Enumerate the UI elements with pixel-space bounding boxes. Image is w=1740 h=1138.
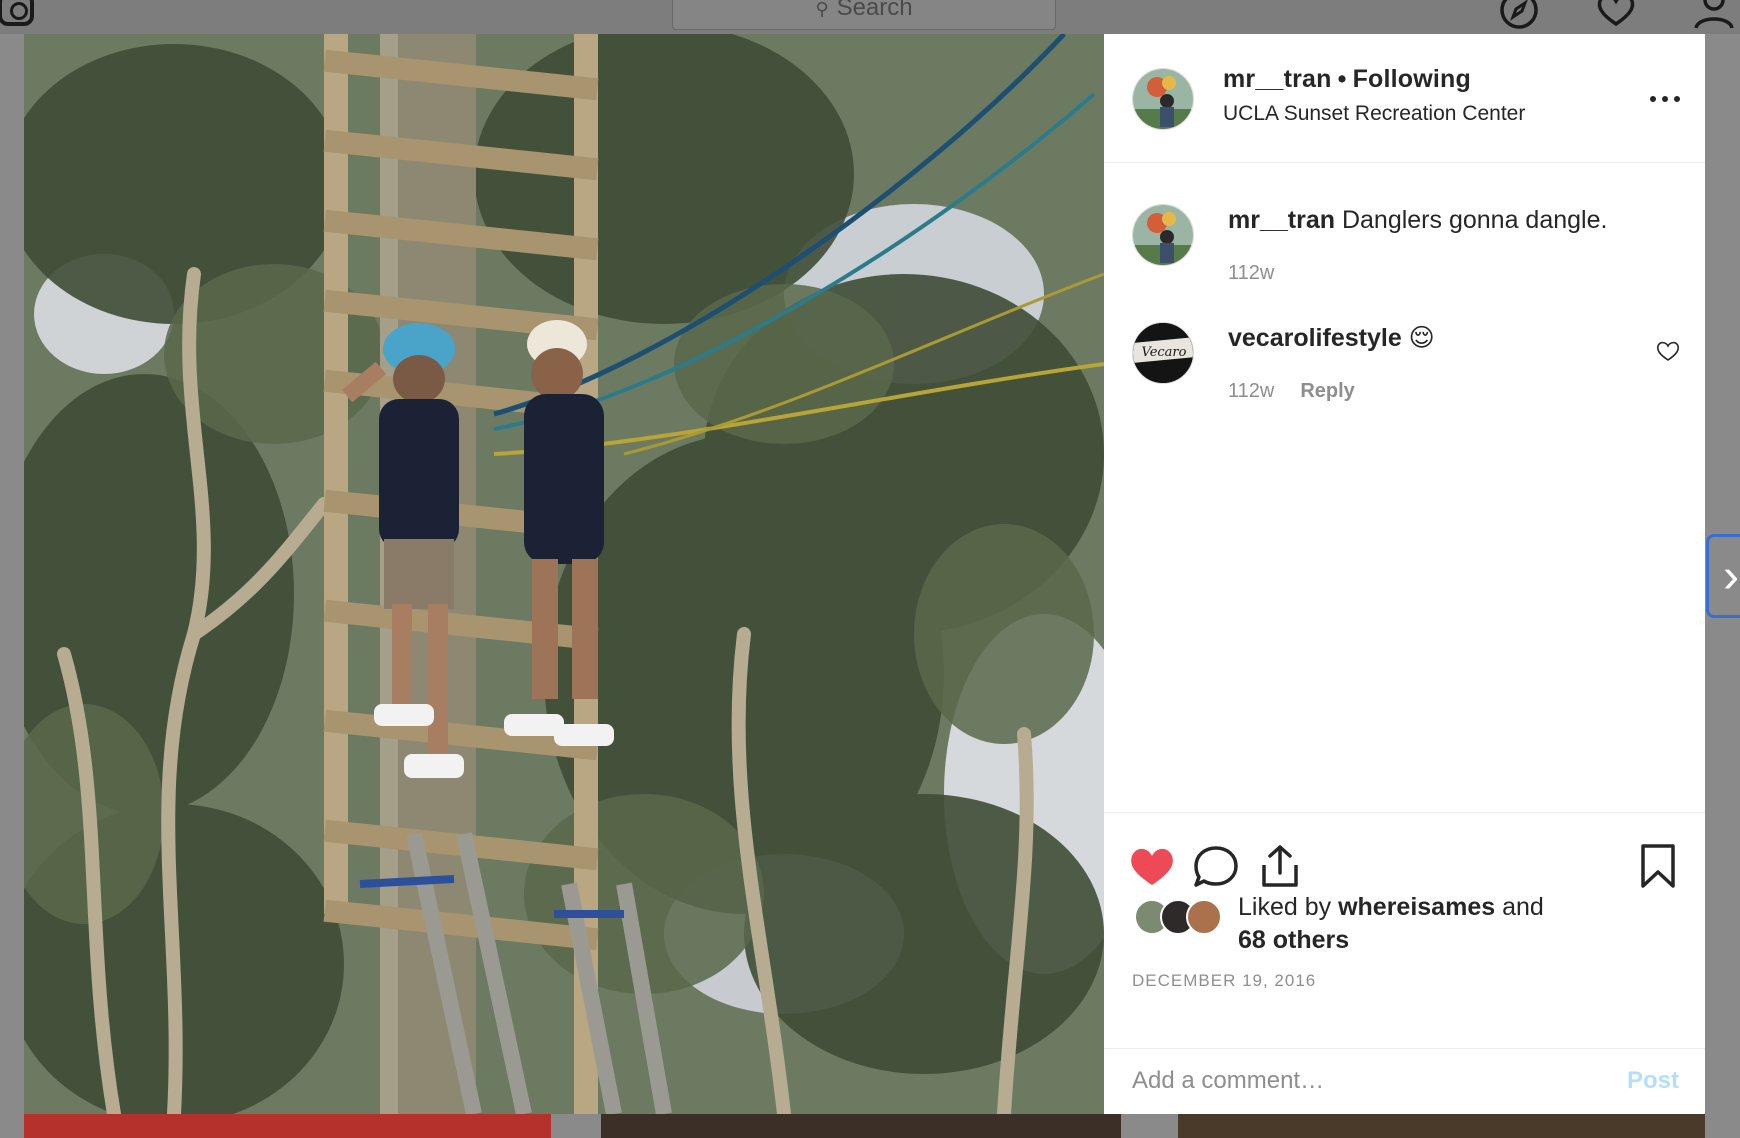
comment-input[interactable]: Add a comment… xyxy=(1132,1067,1324,1095)
ropes-course-illustration xyxy=(24,34,1104,1114)
profile-icon[interactable] xyxy=(1693,0,1735,30)
comment-item: Vecaro vecarolifestyle 😌 112w Reply xyxy=(1104,322,1705,422)
avatar-image xyxy=(1133,205,1193,265)
comment-bubble-icon[interactable] xyxy=(1192,843,1240,889)
comment-username[interactable]: vecarolifestyle xyxy=(1228,324,1402,352)
comment-age[interactable]: 112w xyxy=(1228,380,1274,402)
search-input[interactable]: ⚲ Search xyxy=(672,0,1056,30)
comment-meta: 112w Reply xyxy=(1228,380,1355,403)
more-dot-icon xyxy=(1674,96,1680,102)
comment-body: 😌 xyxy=(1408,324,1435,352)
caption-age[interactable]: 112w xyxy=(1228,262,1274,285)
caption-username[interactable]: mr__tran xyxy=(1228,206,1335,234)
more-options-button[interactable] xyxy=(1646,84,1686,114)
avatar-image: Vecaro xyxy=(1133,323,1193,383)
instagram-camera-icon[interactable] xyxy=(0,0,34,26)
author-line: mr__tran • Following xyxy=(1223,65,1471,94)
avatar-image xyxy=(1133,69,1193,129)
liker-avatar[interactable] xyxy=(1186,899,1222,935)
activity-heart-icon[interactable] xyxy=(1595,0,1637,30)
grid-thumbnail[interactable] xyxy=(24,1114,551,1138)
like-heart-icon[interactable] xyxy=(1128,843,1176,889)
commenter-avatar[interactable]: Vecaro xyxy=(1132,322,1194,384)
author-avatar[interactable] xyxy=(1132,68,1194,130)
liked-by-text: Liked by whereisames and 68 others xyxy=(1238,891,1658,957)
vecaro-logo-text: Vecaro xyxy=(1142,345,1187,360)
author-username[interactable]: mr__tran xyxy=(1223,65,1332,93)
search-icon: ⚲ xyxy=(815,0,829,19)
post-details-panel: mr__tran • Following UCLA Sunset Recreatio… xyxy=(1104,34,1705,1114)
comment-like-heart-icon[interactable] xyxy=(1656,340,1680,362)
post-header: mr__tran • Following UCLA Sunset Recreatio… xyxy=(1104,34,1705,163)
add-comment-bar: Add a comment… Post xyxy=(1104,1048,1705,1114)
top-navigation-bar: ⚲ Search xyxy=(0,0,1740,34)
liked-by-and: and xyxy=(1502,893,1544,921)
caption: mr__tran Danglers gonna dangle. 112w xyxy=(1104,204,1705,304)
compass-icon[interactable] xyxy=(1498,0,1540,30)
post-date[interactable]: DECEMBER 19, 2016 xyxy=(1132,971,1316,991)
search-placeholder: Search xyxy=(836,0,913,21)
post-actions: Liked by whereisames and 68 others DECEM… xyxy=(1104,812,1705,1048)
reply-button[interactable]: Reply xyxy=(1300,380,1354,402)
post-comment-button[interactable]: Post xyxy=(1627,1067,1679,1095)
caption-body: Danglers gonna dangle. xyxy=(1341,206,1608,234)
post-photo xyxy=(24,34,1104,1114)
more-dot-icon xyxy=(1662,96,1668,102)
caption-author-avatar[interactable] xyxy=(1132,204,1194,266)
caption-text: mr__tran Danglers gonna dangle. xyxy=(1228,204,1607,236)
liked-by-user[interactable]: whereisames xyxy=(1338,893,1495,921)
separator-dot: • xyxy=(1337,65,1347,93)
grid-thumbnail[interactable] xyxy=(601,1114,1121,1138)
following-button[interactable]: Following xyxy=(1353,65,1471,93)
chevron-right-icon: › xyxy=(1723,550,1739,603)
save-bookmark-icon[interactable] xyxy=(1634,843,1682,889)
comment-text: vecarolifestyle 😌 xyxy=(1228,322,1435,354)
share-icon[interactable] xyxy=(1256,843,1304,889)
grid-thumbnail[interactable] xyxy=(1178,1114,1705,1138)
more-dot-icon xyxy=(1650,96,1656,102)
liked-by-prefix: Liked by xyxy=(1238,893,1332,921)
next-post-button[interactable]: › xyxy=(1706,534,1740,618)
location-link[interactable]: UCLA Sunset Recreation Center xyxy=(1223,102,1525,126)
liked-by-others[interactable]: 68 others xyxy=(1238,926,1349,954)
